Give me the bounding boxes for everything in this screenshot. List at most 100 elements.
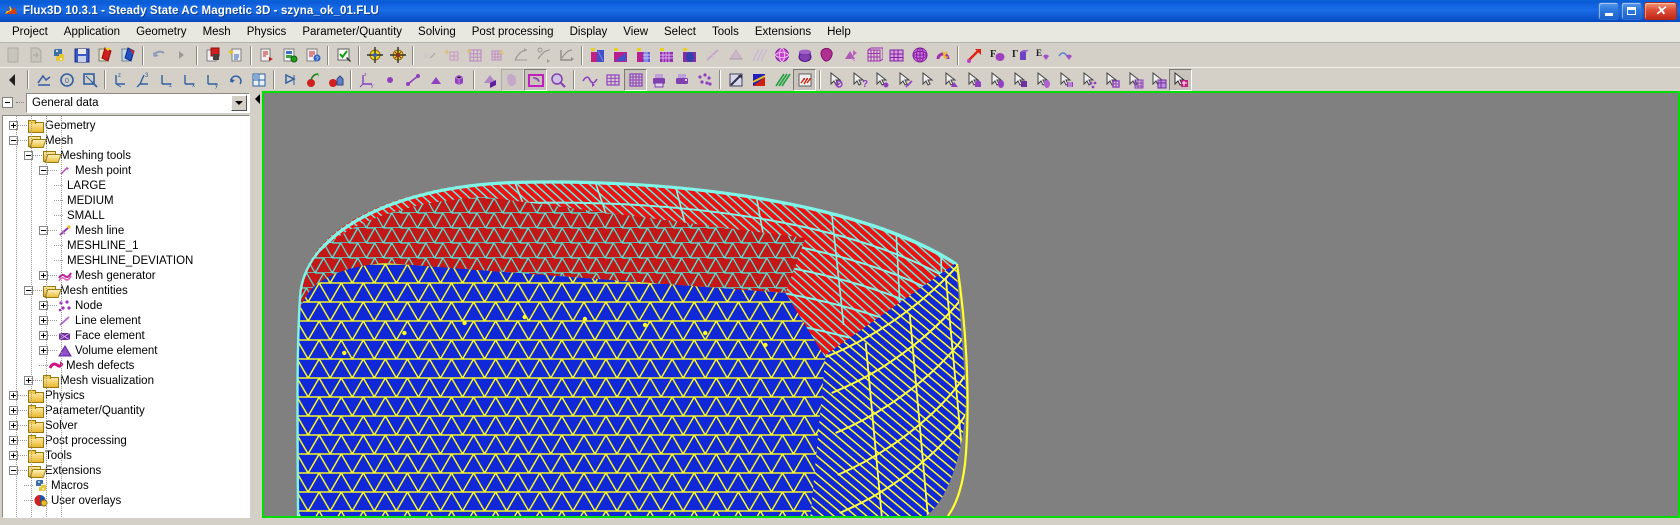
select-region-b-icon[interactable] bbox=[1008, 69, 1031, 91]
close-button[interactable]: ✕ bbox=[1644, 2, 1677, 20]
minimize-button[interactable] bbox=[1598, 2, 1619, 20]
import-geometry-icon[interactable] bbox=[93, 44, 116, 66]
field-b-icon[interactable] bbox=[1054, 44, 1077, 66]
view-iso-icon[interactable]: z bbox=[109, 69, 132, 91]
mesh-grid-dense-icon[interactable] bbox=[624, 68, 647, 91]
tree-item-meshing-tools[interactable]: Meshing tools bbox=[3, 148, 249, 163]
restore-button[interactable] bbox=[1621, 2, 1642, 20]
arrow-vector-icon[interactable] bbox=[962, 44, 985, 66]
force-f-icon[interactable]: F bbox=[985, 44, 1008, 66]
menu-extensions[interactable]: Extensions bbox=[747, 24, 819, 40]
mesh-grid-icon[interactable] bbox=[601, 69, 624, 91]
select-solid-icon[interactable] bbox=[985, 69, 1008, 91]
view-z-icon[interactable]: z bbox=[155, 69, 178, 91]
select-region-icon[interactable] bbox=[524, 68, 547, 91]
tree-item-meshline-deviation[interactable]: MESHLINE_DEVIATION bbox=[3, 253, 249, 268]
save-project-icon[interactable] bbox=[70, 44, 93, 66]
new-data-icon[interactable] bbox=[224, 44, 247, 66]
menu-view[interactable]: View bbox=[615, 24, 656, 40]
tree-item-mesh[interactable]: Mesh bbox=[3, 133, 249, 148]
axes-display-icon[interactable]: zy bbox=[355, 69, 378, 91]
menu-help[interactable]: Help bbox=[819, 24, 859, 40]
tree-item-post-processing[interactable]: Post processing bbox=[3, 433, 249, 448]
shade-icon[interactable] bbox=[32, 69, 55, 91]
select-face-icon[interactable] bbox=[939, 69, 962, 91]
magnifier-icon[interactable] bbox=[547, 69, 570, 91]
face-display-icon[interactable] bbox=[424, 69, 447, 91]
magnet-icon[interactable] bbox=[931, 44, 954, 66]
tree-item-mesh-point[interactable]: Mesh point bbox=[3, 163, 249, 178]
field-e-icon[interactable]: E bbox=[1031, 44, 1054, 66]
coord-point-add-icon[interactable] bbox=[386, 44, 409, 66]
menu-tools[interactable]: Tools bbox=[704, 24, 747, 40]
isolines-icon[interactable] bbox=[770, 69, 793, 91]
clip-plane-icon[interactable] bbox=[278, 69, 301, 91]
blob-icon[interactable] bbox=[816, 44, 839, 66]
cherry-icon[interactable] bbox=[301, 69, 324, 91]
volume-solid-icon[interactable] bbox=[678, 44, 701, 66]
tree-item-mesh-defects[interactable]: Mesh defects bbox=[3, 358, 249, 373]
menu-select[interactable]: Select bbox=[656, 24, 704, 40]
view-x-icon[interactable]: x bbox=[178, 69, 201, 91]
project-tree[interactable]: Geometry Mesh Meshing tools Mesh point LARGE… bbox=[2, 115, 250, 518]
grid-view-icon[interactable] bbox=[247, 69, 270, 91]
view-y-icon[interactable]: y bbox=[201, 69, 224, 91]
tree-item-tools[interactable]: Tools bbox=[3, 448, 249, 463]
line-display-icon[interactable] bbox=[401, 69, 424, 91]
tree-item-parameter-quantity[interactable]: Parameter/Quantity bbox=[3, 403, 249, 418]
menu-project[interactable]: Project bbox=[4, 24, 56, 40]
select-active-icon[interactable] bbox=[1169, 68, 1192, 91]
select-mesh2-icon[interactable] bbox=[1054, 69, 1077, 91]
select-line-icon[interactable] bbox=[893, 69, 916, 91]
select-elem-icon[interactable] bbox=[1100, 69, 1123, 91]
tree-item-extensions[interactable]: Extensions bbox=[3, 463, 249, 478]
panel-splitter[interactable] bbox=[253, 91, 262, 518]
grid-cube2-icon[interactable] bbox=[885, 44, 908, 66]
arrows-field-icon[interactable] bbox=[793, 68, 816, 91]
face-region2-icon[interactable] bbox=[609, 44, 632, 66]
select-volume-icon[interactable] bbox=[962, 69, 985, 91]
tree-item-meshline-1[interactable]: MESHLINE_1 bbox=[3, 238, 249, 253]
tree-item-physics[interactable]: Physics bbox=[3, 388, 249, 403]
select-grid-icon[interactable] bbox=[1123, 69, 1146, 91]
menu-solving[interactable]: Solving bbox=[410, 24, 464, 40]
zoom-fit-icon[interactable]: 0 bbox=[55, 69, 78, 91]
python-macro-icon[interactable] bbox=[47, 44, 70, 66]
solid-display-icon[interactable] bbox=[478, 69, 501, 91]
chevron-down-icon[interactable] bbox=[231, 94, 247, 111]
volume-grid-icon[interactable] bbox=[632, 44, 655, 66]
tree-item-geometry[interactable]: Geometry bbox=[3, 118, 249, 133]
face-region-icon[interactable] bbox=[586, 44, 609, 66]
tree-item-mesh-entities[interactable]: Mesh entities bbox=[3, 283, 249, 298]
select-help-icon[interactable]: ? bbox=[847, 69, 870, 91]
menu-mesh[interactable]: Mesh bbox=[195, 24, 239, 40]
sphere-mesh-icon[interactable] bbox=[770, 44, 793, 66]
select-arrow-icon[interactable] bbox=[916, 69, 939, 91]
menu-display[interactable]: Display bbox=[562, 24, 616, 40]
data-scope-combo[interactable]: General data bbox=[26, 92, 250, 113]
tree-item-small[interactable]: SMALL bbox=[3, 208, 249, 223]
select-mesh-icon[interactable] bbox=[1031, 69, 1054, 91]
tree-item-face-element[interactable]: Face element bbox=[3, 328, 249, 343]
menu-post-processing[interactable]: Post processing bbox=[464, 24, 562, 40]
menu-parameter-quantity[interactable]: Parameter/Quantity bbox=[294, 24, 410, 40]
select-grid2-icon[interactable] bbox=[1146, 69, 1169, 91]
printer2-icon[interactable] bbox=[670, 69, 693, 91]
volume-grid2-icon[interactable] bbox=[655, 44, 678, 66]
export-icon[interactable] bbox=[116, 44, 139, 66]
cherry-house-icon[interactable] bbox=[324, 69, 347, 91]
view-xyz-icon[interactable]: 3 bbox=[132, 69, 155, 91]
menu-physics[interactable]: Physics bbox=[239, 24, 295, 40]
tree-item-volume-element[interactable]: Volume element bbox=[3, 343, 249, 358]
tree-item-solver[interactable]: Solver bbox=[3, 418, 249, 433]
material-export-icon[interactable]: ? bbox=[301, 44, 324, 66]
color-shade-icon[interactable] bbox=[747, 69, 770, 91]
isovalue-icon[interactable] bbox=[724, 69, 747, 91]
grid-cube-icon[interactable] bbox=[862, 44, 885, 66]
select-point-icon[interactable] bbox=[870, 69, 893, 91]
material-manager-icon[interactable] bbox=[278, 44, 301, 66]
tree-item-mesh-generator[interactable]: Mesh generator bbox=[3, 268, 249, 283]
project-manager-icon[interactable] bbox=[201, 44, 224, 66]
tree-item-large[interactable]: LARGE bbox=[3, 178, 249, 193]
tree-item-medium[interactable]: MEDIUM bbox=[3, 193, 249, 208]
